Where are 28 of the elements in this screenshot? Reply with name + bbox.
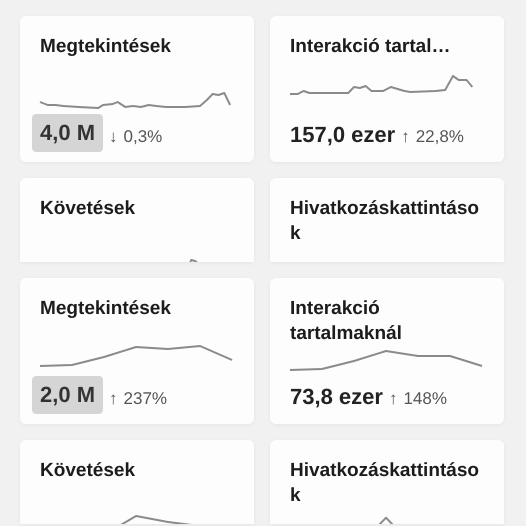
metric-value: 2,0 M [32, 376, 104, 414]
card-title: Hivatkozáskattintások [290, 197, 480, 246]
card-title: Hivatkozáskattintások [290, 459, 480, 508]
card-title: Interakció tartal… [290, 35, 452, 59]
card-title: Megtekintések [40, 297, 172, 321]
metric-card[interactable]: Megtekintések 2,0 M ↑ 237% [20, 278, 254, 424]
metric-card[interactable]: Követések [20, 440, 254, 524]
trend-arrow: ↑ [109, 388, 118, 410]
metric-card[interactable]: Követések [20, 178, 254, 262]
card-title: Interakció tartalmaknál [290, 297, 403, 346]
card-title: Megtekintések [40, 35, 172, 59]
metric-value: 73,8 ezer [290, 383, 383, 411]
percent-change: 22,8% [416, 126, 464, 148]
metric-card[interactable]: Hivatkozáskattintások [270, 440, 504, 524]
metric-card[interactable]: Interakció tartal… 157,0 ezer ↑ 22,8% [270, 16, 504, 162]
percent-change: 0,3% [124, 126, 162, 148]
trend-arrow: ↑ [401, 126, 410, 148]
card-title: Követések [40, 197, 136, 221]
percent-change: 148% [403, 388, 447, 410]
metric-card[interactable]: Interakció tartalmaknál 73,8 ezer ↑ 148% [270, 278, 504, 424]
trend-arrow: ↑ [388, 388, 398, 410]
metric-card[interactable]: Megtekintések 4,0 M ↓ 0,3% [20, 16, 254, 162]
metric-value: 4,0 M [32, 114, 104, 152]
trend-arrow: ↓ [109, 126, 118, 148]
card-title: Követések [40, 459, 136, 483]
metric-card[interactable]: Hivatkozáskattintások [270, 178, 504, 262]
percent-change: 237% [124, 388, 168, 410]
metric-value: 157,0 ezer [290, 121, 396, 149]
